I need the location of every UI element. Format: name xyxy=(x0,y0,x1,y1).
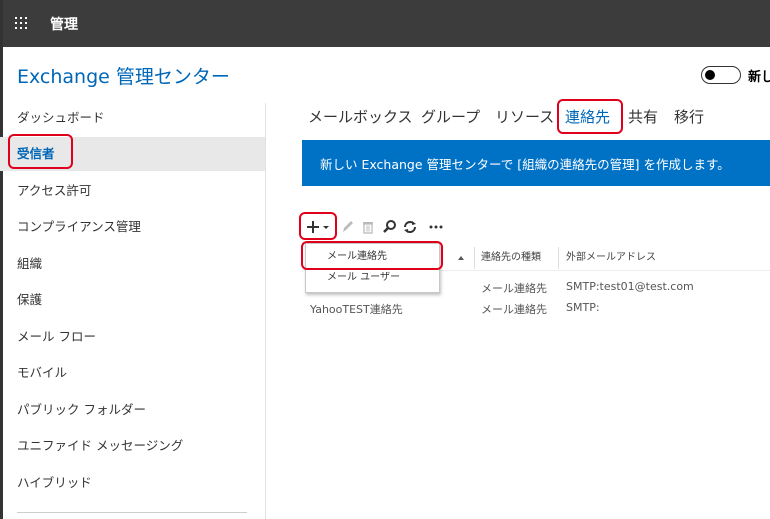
more-icon xyxy=(429,225,443,229)
refresh-button[interactable] xyxy=(400,216,420,238)
row2-display-name[interactable]: YahooTEST連絡先 xyxy=(310,301,403,317)
sidebar-item-mobile[interactable]: モバイル xyxy=(0,356,266,390)
tab-shared[interactable]: 共有 xyxy=(628,106,658,127)
delete-icon xyxy=(363,222,373,234)
search-button[interactable] xyxy=(380,216,400,238)
highlight-mail-contact xyxy=(301,241,443,270)
sidebar-divider xyxy=(17,512,247,513)
app-title: Exchange 管理センター xyxy=(17,66,230,88)
highlight-new-button xyxy=(299,212,337,240)
sidebar-item-compliance[interactable]: コンプライアンス管理 xyxy=(0,210,266,244)
row2-contact-type[interactable]: メール連絡先 xyxy=(481,301,547,317)
edit-button[interactable] xyxy=(338,216,358,238)
row1-contact-type[interactable]: メール連絡先 xyxy=(481,280,547,296)
sidebar-item-unified-messaging[interactable]: ユニファイド メッセージング xyxy=(0,429,266,463)
delete-button[interactable] xyxy=(358,216,378,238)
info-banner[interactable]: 新しい Exchange 管理センターで [組織の連絡先の管理] を作成します。 xyxy=(302,140,770,186)
tab-resources[interactable]: リソース xyxy=(495,106,554,127)
search-icon xyxy=(383,220,396,233)
toggle-label: 新し xyxy=(748,70,770,85)
top-navigation-bar: 管理 xyxy=(3,0,770,47)
menu-item-mail-user[interactable]: メール ユーザー xyxy=(306,267,439,289)
edit-icon xyxy=(343,221,353,232)
banner-text: 新しい Exchange 管理センターで [組織の連絡先の管理] を作成します。 xyxy=(320,157,730,172)
sidebar-item-public-folders[interactable]: パブリック フォルダー xyxy=(0,393,266,427)
new-eac-toggle[interactable] xyxy=(701,66,741,84)
content-divider xyxy=(265,103,266,519)
sidebar-item-dashboard[interactable]: ダッシュボード xyxy=(0,101,266,135)
tab-groups[interactable]: グループ xyxy=(421,106,480,127)
highlight-contacts-tab xyxy=(557,99,623,134)
column-separator xyxy=(558,247,559,269)
column-header-external-email[interactable]: 外部メールアドレス xyxy=(566,245,656,270)
toggle-knob xyxy=(705,70,715,80)
column-separator xyxy=(474,247,475,269)
sort-ascending-icon[interactable] xyxy=(456,245,472,270)
sidebar-item-permissions[interactable]: アクセス許可 xyxy=(0,174,266,208)
tab-migration[interactable]: 移行 xyxy=(674,106,704,127)
row1-external-email[interactable]: SMTP:test01@test.com xyxy=(566,280,694,293)
sidebar-item-mail-flow[interactable]: メール フロー xyxy=(0,320,266,354)
highlight-recipients xyxy=(8,134,73,169)
more-button[interactable] xyxy=(426,216,446,238)
sidebar-item-hybrid[interactable]: ハイブリッド xyxy=(0,466,266,500)
tab-mailboxes[interactable]: メールボックス xyxy=(308,106,413,127)
row2-external-email[interactable]: SMTP: xyxy=(566,301,600,314)
sidebar-item-organization[interactable]: 組織 xyxy=(0,247,266,281)
column-header-contact-type[interactable]: 連絡先の種類 xyxy=(481,245,541,270)
app-launcher-icon[interactable] xyxy=(15,17,29,31)
sidebar-item-protection[interactable]: 保護 xyxy=(0,283,266,317)
refresh-icon xyxy=(404,221,416,233)
topbar-title: 管理 xyxy=(50,17,78,33)
